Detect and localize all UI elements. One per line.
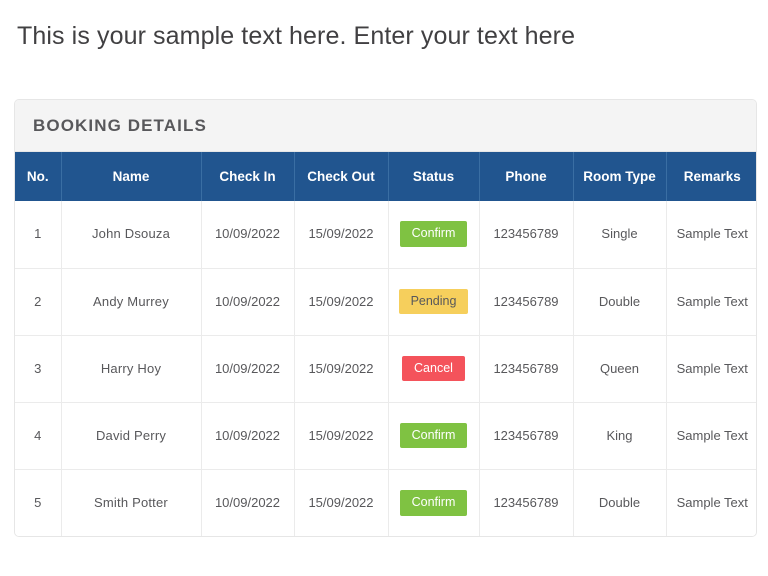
cell-no: 3 <box>15 334 62 402</box>
table-header: No. Name Check In Check Out Status Phone… <box>15 152 756 201</box>
status-badge[interactable]: Cancel <box>402 355 465 382</box>
cell-phone: 123456789 <box>479 201 574 268</box>
cell-remarks: Sample Text <box>666 267 756 335</box>
cell-room-type: Single <box>573 201 667 268</box>
cell-name: David Perry <box>61 401 202 469</box>
table-row[interactable]: 4 David Perry 10/09/2022 15/09/2022 Confirm 1… <box>15 401 756 469</box>
cell-remarks: Sample Text <box>666 401 756 469</box>
cell-status: Confirm <box>388 401 480 469</box>
column-header-no[interactable]: No. <box>15 152 62 201</box>
cell-name: John Dsouza <box>61 201 202 268</box>
cell-room-type: Queen <box>573 334 667 402</box>
column-header-check-out[interactable]: Check Out <box>294 152 389 201</box>
column-header-check-in[interactable]: Check In <box>201 152 295 201</box>
cell-no: 2 <box>15 267 62 335</box>
cell-room-type: King <box>573 401 667 469</box>
status-badge[interactable]: Confirm <box>399 422 468 449</box>
cell-check-in: 10/09/2022 <box>201 201 295 268</box>
column-header-status[interactable]: Status <box>388 152 480 201</box>
cell-check-in: 10/09/2022 <box>201 267 295 335</box>
cell-remarks: Sample Text <box>666 468 756 536</box>
page-title: This is your sample text here. Enter you… <box>17 22 576 50</box>
booking-details-card: BOOKING DETAILS No. Name Check In Check … <box>14 99 757 537</box>
table-row[interactable]: 2 Andy Murrey 10/09/2022 15/09/2022 Pending 1… <box>15 267 756 335</box>
cell-remarks: Sample Text <box>666 334 756 402</box>
cell-status: Cancel <box>388 334 480 402</box>
cell-phone: 123456789 <box>479 334 574 402</box>
column-header-room-type[interactable]: Room Type <box>573 152 667 201</box>
cell-check-in: 10/09/2022 <box>201 468 295 536</box>
cell-check-out: 15/09/2022 <box>294 468 389 536</box>
column-header-phone[interactable]: Phone <box>479 152 574 201</box>
cell-room-type: Double <box>573 468 667 536</box>
cell-no: 4 <box>15 401 62 469</box>
status-badge[interactable]: Pending <box>398 288 469 315</box>
status-badge[interactable]: Confirm <box>399 489 468 516</box>
cell-phone: 123456789 <box>479 468 574 536</box>
card-title: BOOKING DETAILS <box>33 115 207 135</box>
table-row[interactable]: 3 Harry Hoy 10/09/2022 15/09/2022 Cancel 1234… <box>15 334 756 402</box>
cell-phone: 123456789 <box>479 401 574 469</box>
cell-check-in: 10/09/2022 <box>201 401 295 469</box>
cell-status: Confirm <box>388 201 480 268</box>
cell-name: Harry Hoy <box>61 334 202 402</box>
cell-status: Pending <box>388 267 480 335</box>
table-header-row: No. Name Check In Check Out Status Phone… <box>15 152 756 201</box>
status-badge[interactable]: Confirm <box>399 221 468 248</box>
cell-check-out: 15/09/2022 <box>294 267 389 335</box>
slide-canvas: This is your sample text here. Enter you… <box>0 0 768 576</box>
cell-status: Confirm <box>388 468 480 536</box>
column-header-remarks[interactable]: Remarks <box>666 152 756 201</box>
cell-check-out: 15/09/2022 <box>294 401 389 469</box>
cell-name: Andy Murrey <box>61 267 202 335</box>
cell-phone: 123456789 <box>479 267 574 335</box>
cell-check-in: 10/09/2022 <box>201 334 295 402</box>
booking-details-table: No. Name Check In Check Out Status Phone… <box>15 152 756 536</box>
card-title-bar: BOOKING DETAILS <box>15 100 756 152</box>
column-header-name[interactable]: Name <box>61 152 202 201</box>
cell-no: 1 <box>15 201 62 268</box>
table-row[interactable]: 1 John Dsouza 10/09/2022 15/09/2022 Confirm 1… <box>15 201 756 268</box>
cell-check-out: 15/09/2022 <box>294 334 389 402</box>
cell-room-type: Double <box>573 267 667 335</box>
cell-name: Smith Potter <box>61 468 202 536</box>
table-body: 1 John Dsouza 10/09/2022 15/09/2022 Confirm 1… <box>15 201 756 536</box>
cell-check-out: 15/09/2022 <box>294 201 389 268</box>
table-row[interactable]: 5 Smith Potter 10/09/2022 15/09/2022 Confirm… <box>15 468 756 536</box>
cell-no: 5 <box>15 468 62 536</box>
cell-remarks: Sample Text <box>666 201 756 268</box>
